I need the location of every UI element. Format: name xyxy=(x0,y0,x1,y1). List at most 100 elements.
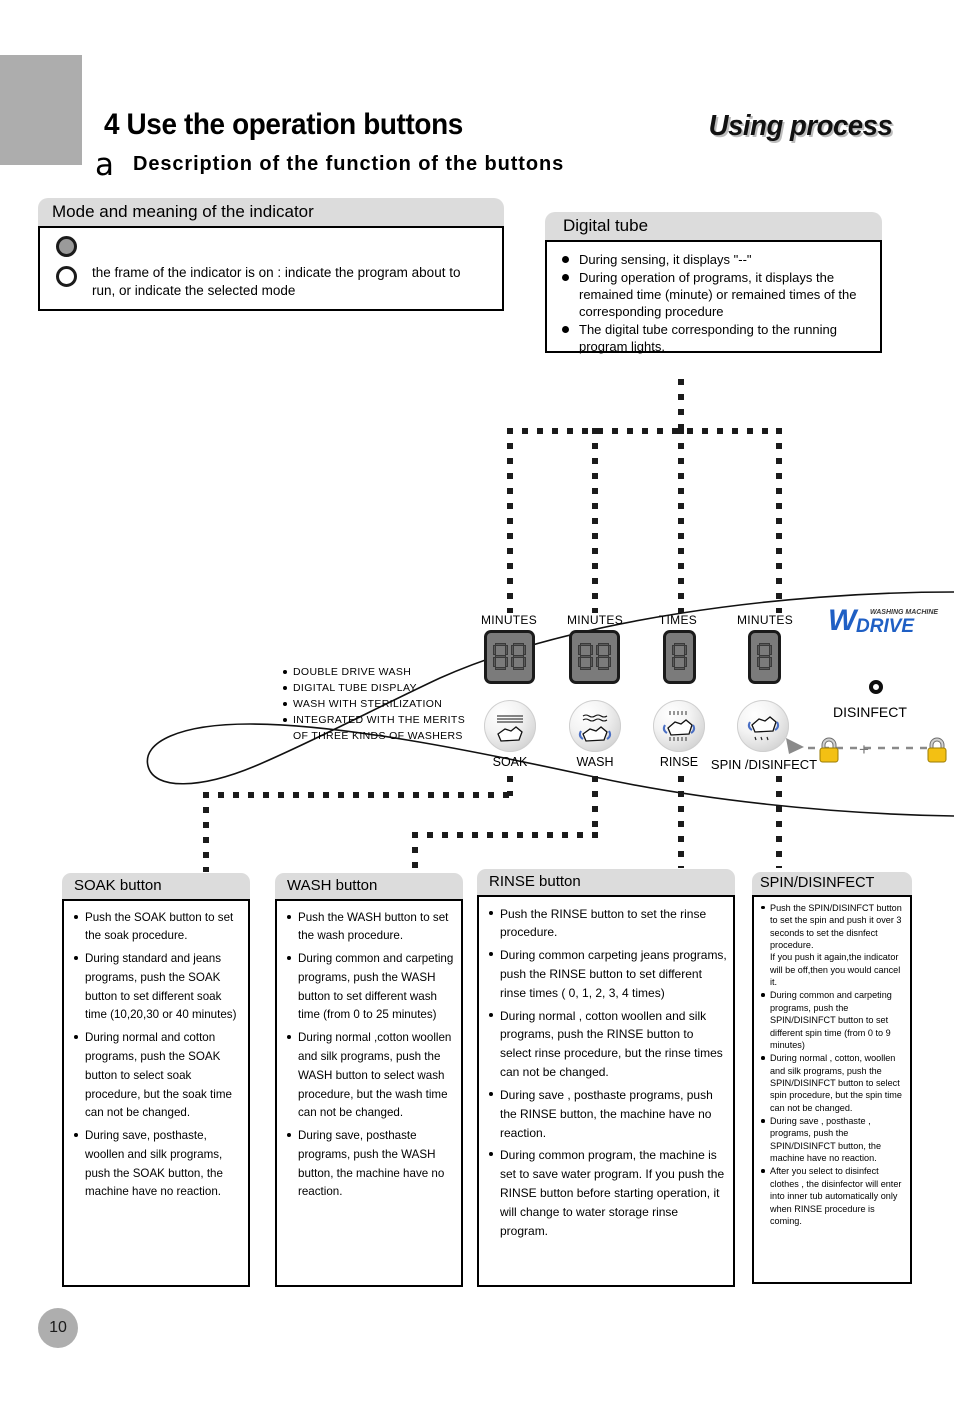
digital-tube-panel-title: Digital tube xyxy=(545,212,882,242)
connector-spin-down xyxy=(776,776,782,868)
list-item: Push the SPIN/DISINFCT button to set the… xyxy=(759,902,906,989)
seven-segment-digit xyxy=(672,643,687,671)
soak-button-label: SOAK xyxy=(492,755,528,769)
list-item: DOUBLE DRIVE WASH xyxy=(283,665,465,681)
wash-box-list: Push the WASH button to set the wash pro… xyxy=(277,901,461,1215)
logo-top-text: WASHING MACHINE xyxy=(870,609,938,616)
display-unit-label-1: MINUTES xyxy=(480,613,538,627)
connector-tube-bus xyxy=(507,428,782,434)
digital-tube-list: During sensing, it displays "--" During … xyxy=(561,251,870,355)
list-item: During normal ,cotton woollen and silk p… xyxy=(285,1029,455,1123)
list-item: During common and carpeting programs, pu… xyxy=(759,989,906,1051)
connector-soak-bus xyxy=(203,792,513,798)
list-item: DIGITAL TUBE DISPLAY xyxy=(283,681,465,697)
rinse-button[interactable] xyxy=(653,700,705,752)
list-item-main: Push the SPIN/DISINFCT button to set the… xyxy=(770,902,902,951)
seven-segment-digit xyxy=(578,643,593,671)
pointer-arrow-icon xyxy=(786,738,804,754)
soak-button[interactable] xyxy=(484,700,536,752)
digital-tube-panel-body: During sensing, it displays "--" During … xyxy=(545,239,882,355)
garment-rinse-icon xyxy=(662,711,696,741)
indicator-hollow-description: the frame of the indicator is on : indic… xyxy=(92,264,461,298)
connector-wash-down-1 xyxy=(592,776,598,831)
child-lock-callout: + xyxy=(786,737,947,763)
wash-box-title: WASH button xyxy=(275,873,463,901)
wash-button-label: WASH xyxy=(576,755,614,769)
list-item: During common program, the machine is se… xyxy=(487,1146,727,1240)
digital-tube-display-4 xyxy=(748,630,781,684)
list-item: During save, posthaste, woollen and silk… xyxy=(72,1127,242,1202)
spin-box-body: Push the SPIN/DISINFCT button to set the… xyxy=(752,894,912,1284)
list-item: During normal and cotton programs, push … xyxy=(72,1029,242,1123)
list-item: Push the RINSE button to set the rinse p… xyxy=(487,905,727,943)
seven-segment-digit xyxy=(596,643,611,671)
list-item: During standard and jeans programs, push… xyxy=(72,950,242,1025)
indicator-filled-icon xyxy=(56,235,77,257)
list-item: The digital tube corresponding to the ru… xyxy=(561,321,870,355)
mode-indicator-panel-body: the frame of the indicator is on : indic… xyxy=(38,225,504,311)
rinse-box-body: Push the RINSE button to set the rinse p… xyxy=(477,894,735,1287)
indicator-hollow-icon xyxy=(56,265,77,287)
logo-w-mark: W xyxy=(828,604,859,637)
rinse-button-description-box: RINSE button Push the RINSE button to se… xyxy=(477,869,735,1287)
using-process-label: Using process xyxy=(708,110,892,142)
soak-box-list: Push the SOAK button to set the soak pro… xyxy=(64,901,248,1215)
digital-tube-display-3 xyxy=(663,630,696,684)
display-unit-label-3: TIMES xyxy=(658,613,698,627)
list-item: Push the SOAK button to set the soak pro… xyxy=(72,909,242,947)
garment-spin-icon xyxy=(747,716,780,741)
connector-rinse-down xyxy=(678,776,684,868)
spin-box-list: Push the SPIN/DISINFCT button to set the… xyxy=(754,897,910,1232)
rinse-box-title: RINSE button xyxy=(477,869,735,897)
digital-tube-panel: Digital tube During sensing, it displays… xyxy=(545,212,882,355)
garment-soak-icon xyxy=(497,715,523,742)
wash-button-description-box: WASH button Push the WASH button to set … xyxy=(275,873,463,1287)
page-title: 4 Use the operation buttons xyxy=(104,108,463,141)
corner-decoration-block xyxy=(0,55,82,165)
spin-box-title: SPIN/DISINFECT xyxy=(752,872,912,897)
seven-segment-digit xyxy=(511,643,526,671)
page-number: 10 xyxy=(38,1308,78,1348)
list-item-continuation: If you push it again,the indicator will … xyxy=(770,952,901,988)
list-item: INTEGRATED WITH THE MERITS xyxy=(283,713,465,729)
digital-tube-display-2 xyxy=(569,630,620,684)
soak-box-title: SOAK button xyxy=(62,873,250,901)
seven-segment-digit xyxy=(493,643,508,671)
subsection-letter: a xyxy=(95,147,114,183)
connector-soak-down-2 xyxy=(203,792,209,872)
subsection-title: Description of the function of the butto… xyxy=(133,153,565,175)
display-unit-label-2: MINUTES xyxy=(566,613,624,627)
panel-feature-list: DOUBLE DRIVE WASH DIGITAL TUBE DISPLAY W… xyxy=(283,665,465,745)
list-item: Push the WASH button to set the wash pro… xyxy=(285,909,455,947)
garment-wash-icon xyxy=(578,714,612,742)
mode-indicator-panel-title: Mode and meaning of the indicator xyxy=(38,198,504,228)
list-item: After you select to disinfect clothes , … xyxy=(759,1165,906,1227)
wash-button[interactable] xyxy=(569,700,621,752)
wash-box-body: Push the WASH button to set the wash pro… xyxy=(275,898,463,1287)
list-item: During sensing, it displays "--" xyxy=(561,251,870,268)
spin-disinfect-description-box: SPIN/DISINFECT Push the SPIN/DISINFCT bu… xyxy=(752,872,912,1284)
list-item: During common and carpeting programs, pu… xyxy=(285,950,455,1025)
list-item: During common carpeting jeans programs, … xyxy=(487,946,727,1002)
list-item: During operation of programs, it display… xyxy=(561,269,870,320)
mode-indicator-panel: Mode and meaning of the indicator the fr… xyxy=(38,198,504,311)
list-item: WASH WITH STERILIZATION xyxy=(283,697,465,713)
connector-wash-bus xyxy=(412,832,598,838)
list-item: During save , posthaste , programs, push… xyxy=(759,1115,906,1164)
list-item: During save , posthaste programs, push t… xyxy=(487,1086,727,1142)
logo-drive-text: DRIVE xyxy=(856,616,915,637)
soak-button-description-box: SOAK button Push the SOAK button to set … xyxy=(62,873,250,1287)
seven-segment-digit xyxy=(757,643,772,671)
digital-tube-display-1 xyxy=(484,630,535,684)
soak-box-body: Push the SOAK button to set the soak pro… xyxy=(62,898,250,1287)
display-unit-label-4: MINUTES xyxy=(736,613,794,627)
disinfect-led-label: DISINFECT xyxy=(833,704,907,720)
padlock-icon xyxy=(927,737,947,763)
rinse-box-list: Push the RINSE button to set the rinse p… xyxy=(479,897,733,1253)
list-item: During normal , cotton, woollen and silk… xyxy=(759,1052,906,1114)
list-item-continuation: OF THREE KINDS OF WASHERS xyxy=(293,729,463,742)
plus-sign: + xyxy=(859,740,869,759)
wdrive-logo: W DRIVE WASHING MACHINE xyxy=(826,600,942,638)
padlock-icon xyxy=(819,737,839,763)
connector-tube-stem xyxy=(678,379,684,431)
